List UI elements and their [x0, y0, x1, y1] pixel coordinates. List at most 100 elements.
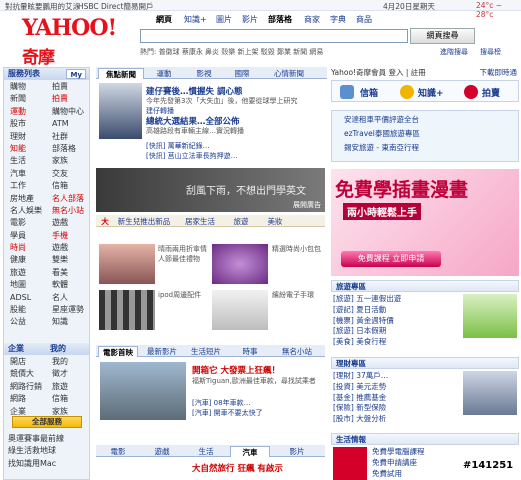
service-link-right[interactable]: 手機 — [46, 230, 88, 242]
search-tab-images[interactable]: 圖片 — [216, 14, 232, 26]
service-link-left[interactable]: 時尚 — [4, 242, 46, 254]
mail-icon[interactable] — [340, 85, 354, 99]
list-item[interactable]: [基金] 推薦基金 — [333, 393, 463, 404]
enterprise-link[interactable]: 我的 — [46, 356, 88, 368]
english-ad-cta[interactable]: 展開廣告 — [293, 200, 321, 210]
bottom-tab-0[interactable]: 電影 — [98, 446, 138, 457]
service-link-right[interactable]: 遊戲 — [46, 217, 88, 229]
news-item-1[interactable]: [快訊] 萬華新紀錄… — [146, 141, 210, 151]
service-link-left[interactable]: 電影 — [4, 217, 46, 229]
list-item[interactable]: [保險] 新型保險 — [333, 403, 463, 414]
my-button[interactable]: My — [66, 69, 86, 79]
shop-tab-3[interactable]: 旅遊 — [226, 216, 256, 227]
news-tab-international[interactable]: 國際 — [224, 68, 260, 79]
service-link-right[interactable]: 信箱 — [46, 180, 88, 192]
bottom-link-olympics[interactable]: 奧運賽事最前線 — [8, 433, 64, 445]
shop-photo-1[interactable] — [99, 244, 155, 284]
news-item-2[interactable]: [快訊] 莒山立法車長拘押遊… — [146, 151, 238, 161]
search-tab-business[interactable]: 商家 — [304, 14, 320, 26]
service-link-right[interactable]: 拍賣 — [46, 93, 88, 105]
enterprise-link[interactable]: 競價大 — [4, 368, 46, 380]
list-item[interactable]: [機票] 黃金週特價 — [333, 316, 463, 327]
service-link-left[interactable]: 生活 — [4, 155, 46, 167]
list-item[interactable]: [理財] 37萬戶… — [333, 371, 463, 382]
list-item[interactable]: [旅遊] 日本假期 — [333, 326, 463, 337]
service-link-left[interactable]: 旅遊 — [4, 267, 46, 279]
knowledge-icon[interactable] — [400, 85, 414, 99]
enterprise-link[interactable]: 網路行銷 — [4, 381, 46, 393]
shop-photo-2[interactable] — [212, 244, 268, 284]
service-link-left[interactable]: 地圖 — [4, 279, 46, 291]
list-item[interactable]: [旅遊] 五一連假出遊 — [333, 294, 463, 305]
list-item[interactable]: 免費試用 — [372, 469, 462, 480]
service-link-left[interactable]: 新聞 — [4, 93, 46, 105]
enterprise-link[interactable]: 徵才 — [46, 368, 88, 380]
member-greeting[interactable]: Yahoo!奇摩會員 登入 | 註冊 — [331, 68, 426, 77]
video-tab-1[interactable]: 最新影片 — [142, 346, 182, 357]
shop-tab-4[interactable]: 美妝 — [260, 216, 290, 227]
search-tab-dictionary[interactable]: 字典 — [330, 14, 346, 26]
service-link-left[interactable]: 學員 — [4, 230, 46, 242]
service-link-left[interactable]: 股能 — [4, 304, 46, 316]
service-link-left[interactable]: 房地產 — [4, 193, 46, 205]
service-link-left[interactable]: 健康 — [4, 254, 46, 266]
auction-icon[interactable] — [464, 85, 478, 99]
video-tab-0[interactable]: 電影首映 — [98, 346, 138, 357]
bottom-tab-1[interactable]: 遊戲 — [142, 446, 182, 457]
top-strip-link-hsbc[interactable]: HSBC Direct簡易開戶 — [78, 1, 154, 12]
life-ad-badge[interactable] — [333, 447, 367, 480]
auction-link[interactable]: 拍賣 — [482, 86, 500, 99]
list-item[interactable]: [美食] 美食行程 — [333, 337, 463, 348]
service-link-left[interactable]: 工作 — [4, 180, 46, 192]
bottom-tab-2[interactable]: 生活 — [186, 446, 226, 457]
top-strip-link-left[interactable]: 對抗暈眩要鵬用的艾泳 — [5, 1, 80, 12]
service-link-left[interactable]: 知能 — [4, 143, 46, 155]
knowledge-link[interactable]: 知識+ — [418, 86, 444, 99]
service-link-left[interactable]: 股市 — [4, 118, 46, 130]
service-link-left[interactable]: 名人娛樂 — [4, 205, 46, 217]
service-link-left[interactable]: 購物 — [4, 81, 46, 93]
all-services-button[interactable]: 全部服務 — [12, 416, 82, 428]
shop-tab-0[interactable]: 大 — [98, 216, 112, 227]
yahoo-logo[interactable]: YAHOO! 奇摩 — [22, 14, 117, 68]
service-link-right[interactable]: 交友 — [46, 168, 88, 180]
video-thumbnail[interactable] — [100, 362, 186, 420]
shop-photo-4[interactable] — [212, 290, 268, 330]
service-link-left[interactable]: ADSL — [4, 292, 46, 304]
service-link-right[interactable]: 軟體 — [46, 279, 88, 291]
service-link-left[interactable]: 汽車 — [4, 168, 46, 180]
service-link-right[interactable]: 社群 — [46, 131, 88, 143]
shop-tab-1[interactable]: 新生兒推出新品 — [116, 216, 172, 227]
shop-tab-2[interactable]: 居家生活 — [176, 216, 224, 227]
video-title[interactable]: 開箱它 大發票上狂飆！ — [192, 364, 280, 376]
service-link-right[interactable]: 看美 — [46, 267, 88, 279]
news-photo[interactable] — [99, 83, 142, 139]
enterprise-link[interactable]: 開店 — [4, 356, 46, 368]
video-tab-4[interactable]: 無名小站 — [274, 346, 320, 357]
service-link-left[interactable]: 公益 — [4, 316, 46, 328]
search-tab-knowledge[interactable]: 知識+ — [184, 14, 207, 26]
list-item[interactable]: 免費學電腦課程 — [372, 447, 462, 458]
service-link-right[interactable]: 家族 — [46, 155, 88, 167]
search-button[interactable]: 網頁搜尋 — [410, 28, 475, 44]
shop-caption-2[interactable]: 精選時尚小包包 — [272, 244, 324, 284]
enterprise-link[interactable]: 旅遊 — [46, 381, 88, 393]
search-input[interactable] — [140, 29, 408, 43]
promo-1[interactable]: 安達租車平價評遊全台 — [344, 115, 419, 126]
video-tab-3[interactable]: 時事 — [230, 346, 270, 357]
news-tab-headlines[interactable]: 焦點新聞 — [98, 68, 144, 79]
promo-2[interactable]: ezTravel泰國旅遊專區 — [344, 129, 420, 140]
service-link-right[interactable]: 拍賣 — [46, 81, 88, 93]
promo-3[interactable]: 錫安旅遊 - 東南亞行程 — [344, 143, 419, 154]
news-tab-mood[interactable]: 心情新聞 — [264, 68, 314, 79]
list-item[interactable]: [遊記] 夏日活動 — [333, 305, 463, 316]
service-link-right[interactable]: 名人 — [46, 292, 88, 304]
bottom-link-mac[interactable]: 找知識用Mac — [8, 458, 64, 470]
bottom-title[interactable]: 大自然旅行 狂飆 有啟示 — [192, 462, 283, 474]
search-tab-web[interactable]: 網頁 — [156, 14, 172, 26]
video-link-1[interactable]: [汽車] 08年車款… — [192, 398, 251, 408]
list-item[interactable]: 免費申請講座 — [372, 458, 462, 469]
service-link-right[interactable]: 遊戲 — [46, 242, 88, 254]
service-link-left[interactable]: 理財 — [4, 131, 46, 143]
enterprise-link[interactable]: 信箱 — [46, 393, 88, 405]
